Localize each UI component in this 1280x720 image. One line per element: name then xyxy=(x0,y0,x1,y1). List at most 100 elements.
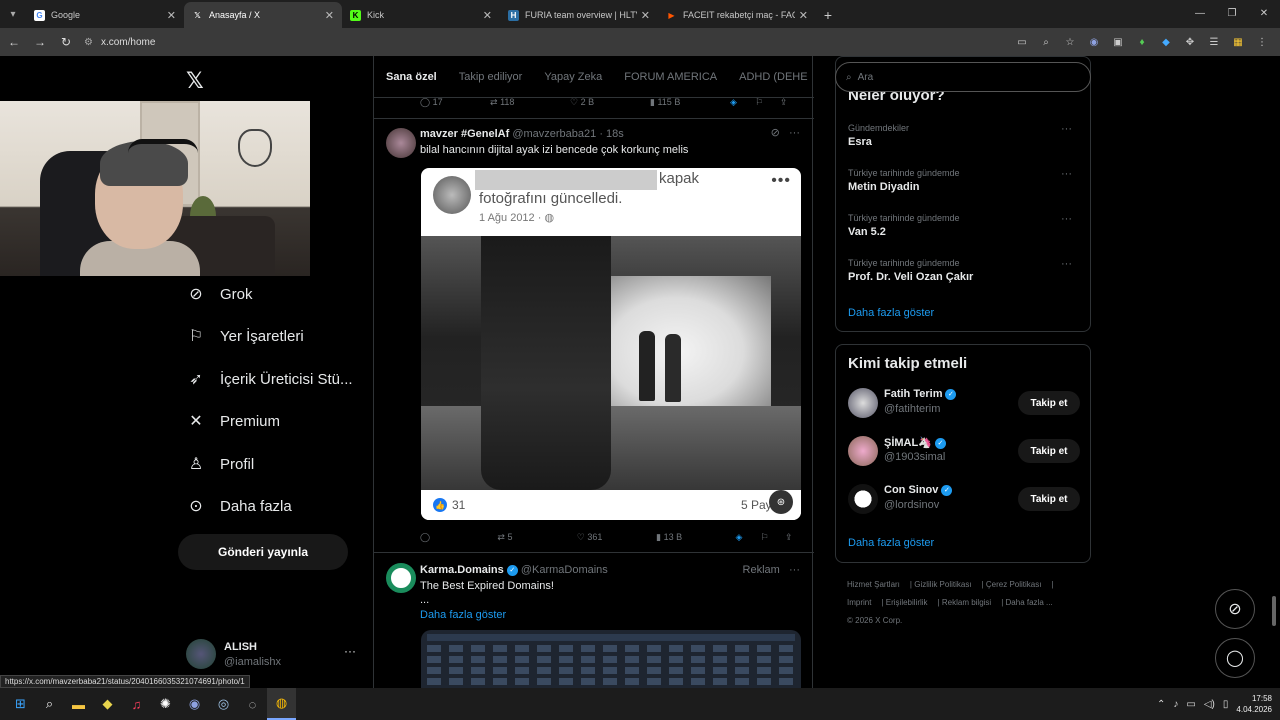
trend-item[interactable]: Türkiye tarihinde gündemde Metin Diyadin… xyxy=(848,168,1078,193)
address-bar[interactable]: ⚙ x.com/home xyxy=(84,31,964,53)
repost-button[interactable]: ⇄ 118 xyxy=(490,97,570,108)
volume-icon[interactable]: ◁) xyxy=(1204,699,1215,710)
battery-icon[interactable]: ▯ xyxy=(1223,699,1229,710)
close-icon[interactable]: ✕ xyxy=(167,9,176,22)
tab-x-home[interactable]: 𝕏 Anasayfa / X ✕ xyxy=(184,2,342,28)
author-handle[interactable]: @KarmaDomains xyxy=(521,564,608,576)
chevron-up-icon[interactable]: ⌃ xyxy=(1157,699,1165,710)
follow-button[interactable]: Takip et xyxy=(1018,439,1080,463)
tab-search-button[interactable]: ▾ xyxy=(0,0,26,28)
vpn-extension-icon[interactable]: ◆ xyxy=(1156,31,1176,53)
reply-button[interactable]: ◯ 17 xyxy=(420,97,490,108)
ad-image[interactable] xyxy=(421,630,801,688)
extension-icon[interactable]: ▣ xyxy=(1108,31,1128,53)
follow-suggestion[interactable]: Con Sinov ✓ @lordsinov Takip et xyxy=(848,481,1080,517)
avatar[interactable] xyxy=(386,128,416,158)
minimize-icon[interactable]: — xyxy=(1184,0,1216,26)
close-icon[interactable]: ✕ xyxy=(483,9,492,22)
mic-icon[interactable]: ♪ xyxy=(1173,699,1178,710)
author-handle[interactable]: @mavzerbaba21 xyxy=(512,128,596,140)
profile-extension-icon[interactable]: ▦ xyxy=(1228,31,1248,53)
site-info-icon[interactable]: ⚙ xyxy=(84,37,93,48)
footer-link[interactable]: Daha fazla ... xyxy=(1006,598,1053,607)
author-name[interactable]: Karma.Domains xyxy=(420,564,504,576)
wtf-show-more[interactable]: Daha fazla göster xyxy=(848,537,934,549)
footer-link[interactable]: Imprint xyxy=(847,598,871,607)
tab-faceit[interactable]: ▶ FACEIT rekabetçi maç - FACEIT ✕ xyxy=(658,2,816,28)
search-icon[interactable]: ⌕ xyxy=(35,688,64,720)
follow-suggestion[interactable]: Fatih Terim ✓ @fatihterim Takip et xyxy=(848,385,1080,421)
account-switcher[interactable]: ALISH @iamalishx ··· xyxy=(186,639,366,673)
footer-link[interactable]: Reklam bilgisi xyxy=(942,598,991,607)
author-name[interactable]: mavzer #GenelAf xyxy=(420,128,509,140)
more-dots-icon[interactable]: ··· xyxy=(789,564,800,576)
grok-image-icon[interactable]: ⊛ xyxy=(769,490,793,514)
post-button[interactable]: Gönderi yayınla xyxy=(178,534,348,570)
windows-start-icon[interactable]: ⊞ xyxy=(6,688,35,720)
nav-creator-studio[interactable]: ➶ İçerik Üreticisi Stü... xyxy=(186,363,352,395)
close-icon[interactable]: ✕ xyxy=(325,9,334,22)
tab-kick[interactable]: K Kick ✕ xyxy=(342,2,500,28)
more-dots-icon[interactable]: ··· xyxy=(1061,258,1072,270)
app-icon[interactable]: ◆ xyxy=(93,688,122,720)
more-dots-icon[interactable]: ··· xyxy=(1061,123,1072,135)
clock[interactable]: 17:58 4.04.2026 xyxy=(1236,693,1272,715)
maximize-icon[interactable]: ❐ xyxy=(1216,0,1248,26)
search-input[interactable]: ⌕ Ara xyxy=(835,62,1091,92)
close-icon[interactable]: ✕ xyxy=(641,9,650,22)
network-icon[interactable]: ▭ xyxy=(1186,699,1195,710)
follow-suggestion[interactable]: ŞİMAL🦄 ✓ @1903simal Takip et xyxy=(848,433,1080,469)
more-dots-icon[interactable]: ··· xyxy=(789,127,800,139)
like-button[interactable]: ♡ 2 B xyxy=(570,97,650,108)
tweet-image[interactable]: kapak fotoğrafını güncelledi. 1 Ağu 2012… xyxy=(421,168,801,520)
nav-more[interactable]: ⊙ Daha fazla xyxy=(186,490,291,522)
more-dots-icon[interactable]: ··· xyxy=(344,644,356,658)
page-scrollbar[interactable] xyxy=(1270,56,1278,688)
discord-icon[interactable]: ◉ xyxy=(180,688,209,720)
trend-item[interactable]: Türkiye tarihinde gündemde Prof. Dr. Vel… xyxy=(848,258,1078,283)
cast-icon[interactable]: ▭ xyxy=(1012,31,1032,53)
grok-bookmark-icon[interactable]: ◈ xyxy=(736,532,761,543)
nav-bookmarks[interactable]: ⚐ Yer İşaretleri xyxy=(186,320,304,352)
footer-link[interactable]: Gizlilik Politikası xyxy=(914,580,971,589)
mic-extension-icon[interactable]: ♦ xyxy=(1132,31,1152,53)
trend-item[interactable]: Türkiye tarihinde gündemde Van 5.2 ··· xyxy=(848,213,1078,238)
tab-forum-america[interactable]: FORUM AMERICA xyxy=(624,71,717,83)
tab-following[interactable]: Takip ediliyor xyxy=(459,71,523,83)
reply-button[interactable]: ◯ xyxy=(420,532,497,543)
trend-item[interactable]: Gündemdekiler Esra ··· xyxy=(848,123,1078,148)
back-icon[interactable]: ← xyxy=(2,30,26,54)
like-button[interactable]: ♡ 361 xyxy=(577,532,656,543)
tweet-time[interactable]: · 18s xyxy=(599,128,623,140)
nav-profile[interactable]: ♙ Profil xyxy=(186,448,254,480)
file-explorer-icon[interactable]: ▬ xyxy=(64,688,93,720)
kebab-menu-icon[interactable]: ⋮ xyxy=(1252,31,1272,53)
tab-adhd[interactable]: ADHD (DEHE xyxy=(739,71,807,83)
grok-icon[interactable]: ⊘ xyxy=(771,127,780,139)
steam-icon[interactable]: ◎ xyxy=(209,688,238,720)
more-dots-icon[interactable]: ··· xyxy=(1061,168,1072,180)
close-window-icon[interactable]: ✕ xyxy=(1248,0,1280,26)
new-tab-button[interactable]: + xyxy=(816,2,840,28)
show-more-link[interactable]: Daha fazla göster xyxy=(420,609,506,621)
reload-icon[interactable]: ↻ xyxy=(54,30,78,54)
footer-link[interactable]: Hizmet Şartları xyxy=(847,580,900,589)
avatar[interactable] xyxy=(386,563,416,593)
discord-extension-icon[interactable]: ◉ xyxy=(1084,31,1104,53)
views-button[interactable]: ▮ 13 B xyxy=(656,532,735,543)
tab-hltv[interactable]: H FURIA team overview | HLTV.org ✕ xyxy=(500,2,658,28)
trends-show-more[interactable]: Daha fazla göster xyxy=(848,307,934,319)
puzzle-icon[interactable]: ✥ xyxy=(1180,31,1200,53)
nav-grok[interactable]: ⊘ Grok xyxy=(186,278,252,310)
bookmark-star-icon[interactable]: ☆ xyxy=(1060,31,1080,53)
zoom-icon[interactable]: ⌕ xyxy=(1036,31,1056,53)
reading-list-icon[interactable]: ☰ xyxy=(1204,31,1224,53)
grok-bookmark-icon[interactable]: ◈ xyxy=(730,97,755,108)
tab-ai[interactable]: Yapay Zeka xyxy=(544,71,602,83)
share-icon[interactable]: ⇪ xyxy=(780,97,800,108)
tab-for-you[interactable]: Sana özel xyxy=(386,71,437,83)
repost-button[interactable]: ⇄ 5 xyxy=(497,532,576,543)
bookmark-icon[interactable]: ⚐ xyxy=(755,97,780,108)
app-icon[interactable]: ◌ xyxy=(238,688,267,720)
bookmark-icon[interactable]: ⚐ xyxy=(760,532,785,543)
